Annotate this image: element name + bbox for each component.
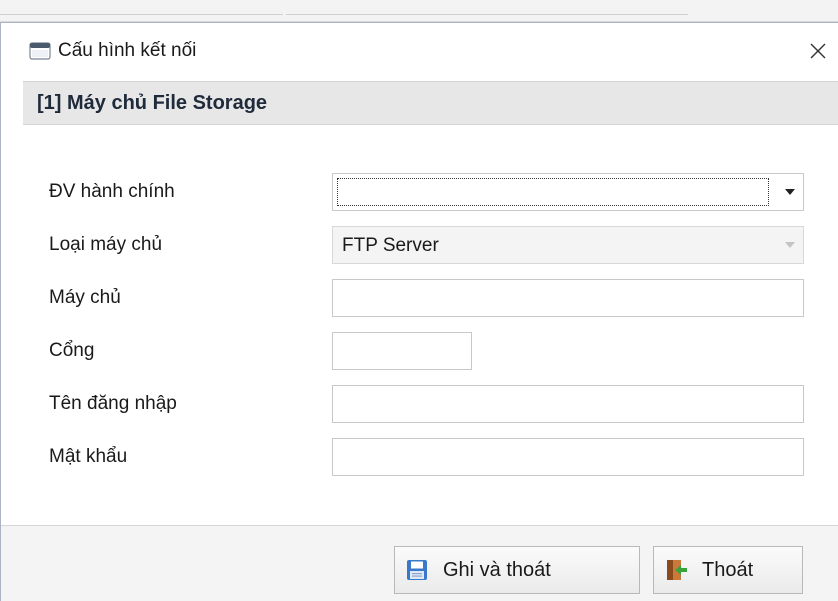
dialog-footer: Ghi và thoát Thoát — [1, 526, 838, 601]
username-input[interactable] — [332, 385, 804, 423]
username-label: Tên đăng nhập — [49, 393, 177, 414]
window-icon — [29, 42, 51, 60]
port-label: Cổng — [49, 340, 95, 361]
port-input[interactable] — [332, 332, 472, 370]
background-tab-divider — [286, 14, 688, 20]
password-label: Mật khẩu — [49, 446, 128, 467]
admin-unit-select[interactable] — [332, 173, 804, 211]
chevron-down-icon[interactable] — [785, 242, 795, 248]
floppy-disk-icon — [407, 560, 427, 580]
focus-rectangle — [337, 178, 769, 206]
close-icon — [810, 43, 826, 59]
server-type-label: Loại máy chủ — [49, 234, 163, 255]
dialog-title: Cấu hình kết nối — [58, 40, 197, 61]
save-and-exit-button[interactable]: Ghi và thoát — [394, 546, 640, 594]
connection-config-dialog: Cấu hình kết nối [1] Máy chủ File Storag… — [0, 22, 838, 601]
title-bar: Cấu hình kết nối — [1, 23, 838, 81]
exit-button[interactable]: Thoát — [653, 546, 803, 594]
server-type-value: FTP Server — [342, 235, 439, 256]
host-label: Máy chủ — [49, 287, 121, 308]
close-button[interactable] — [801, 35, 835, 67]
server-type-select[interactable]: FTP Server — [332, 226, 804, 264]
password-input[interactable] — [332, 438, 804, 476]
chevron-down-icon[interactable] — [785, 189, 795, 195]
save-and-exit-label: Ghi và thoát — [443, 558, 551, 581]
exit-label: Thoát — [702, 558, 754, 581]
admin-unit-label: ĐV hành chính — [49, 181, 175, 202]
background-window-strip — [0, 0, 838, 22]
section-header: [1] Máy chủ File Storage — [23, 81, 838, 125]
section-title: [1] Máy chủ File Storage — [37, 92, 268, 114]
host-input[interactable] — [332, 279, 804, 317]
exit-door-icon — [667, 560, 687, 580]
background-tab-divider — [0, 14, 283, 20]
